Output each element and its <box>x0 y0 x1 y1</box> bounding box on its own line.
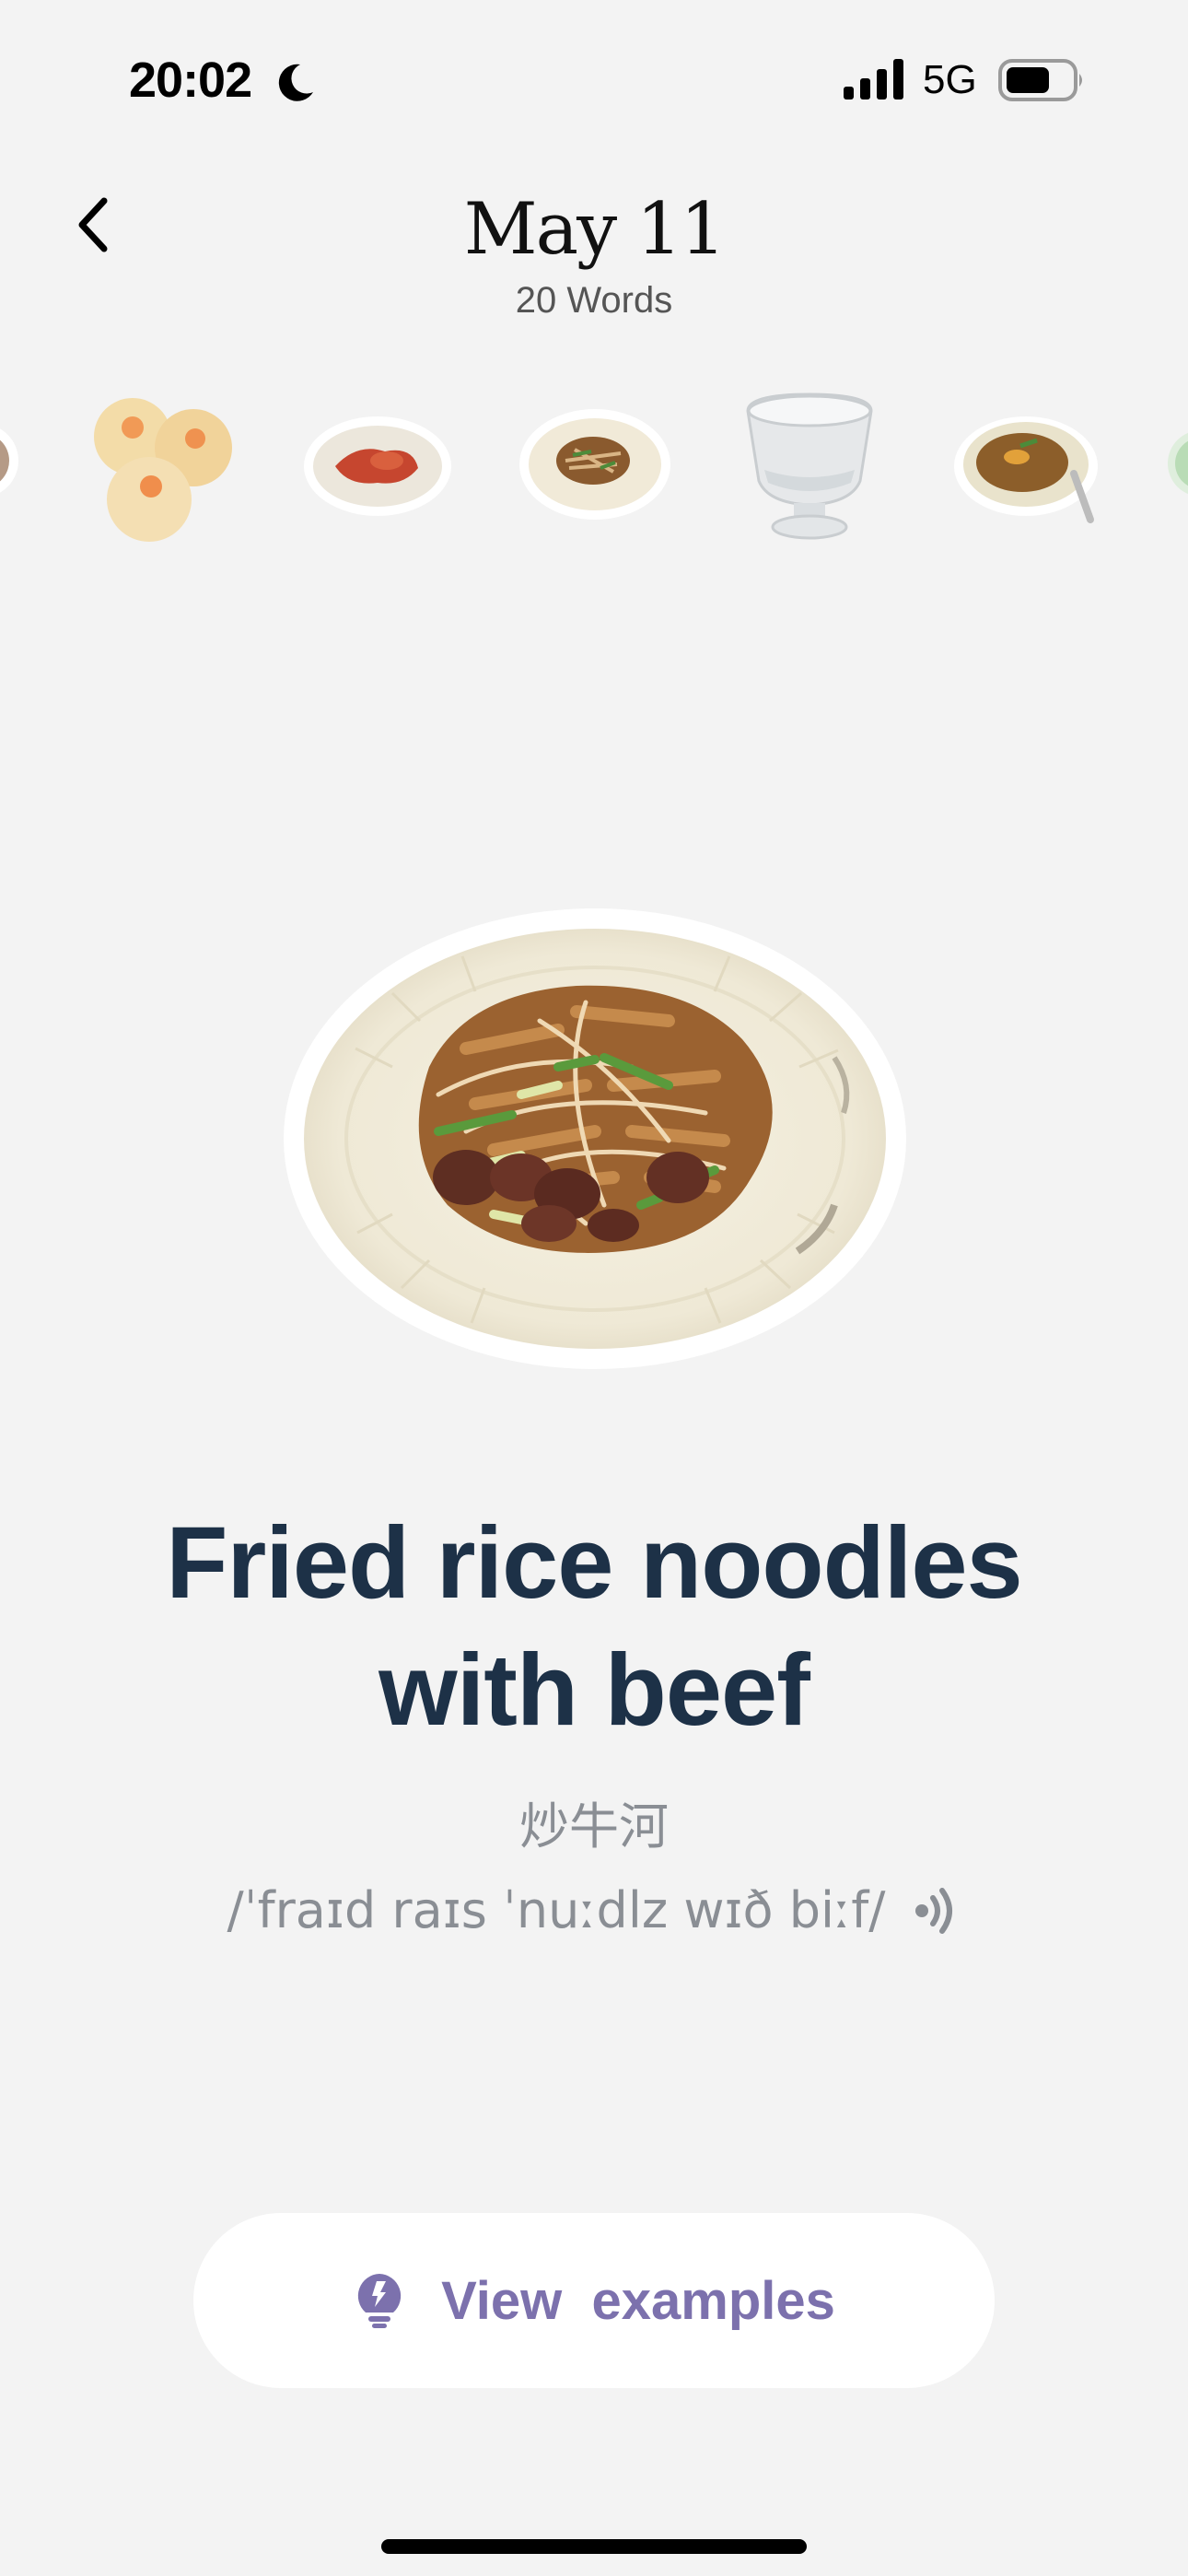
battery-icon <box>998 59 1082 101</box>
dish-name-line-1: Fried rice noodles <box>166 1506 1022 1620</box>
moon-icon <box>278 64 313 101</box>
dish-carousel[interactable] <box>0 369 1188 553</box>
page-title: May 11 <box>463 188 726 271</box>
status-time: 20:02 <box>129 53 252 108</box>
word-count: 20 Words <box>515 280 673 321</box>
dish-image <box>284 908 906 1369</box>
dish-thumbnail[interactable] <box>85 391 241 547</box>
pronunciation-text: /ˈfraɪd raɪs ˈnuːdlz wɪð biːf/ <box>227 1881 886 1939</box>
view-examples-label: View examples <box>441 2270 835 2331</box>
dish-thumbnail[interactable] <box>1164 422 1188 505</box>
dish-name-chinese: 炒牛河 <box>519 1799 669 1855</box>
lightbulb-icon <box>357 2274 402 2328</box>
network-label: 5G <box>923 57 977 102</box>
home-indicator[interactable] <box>381 2539 807 2554</box>
status-bar: 20:02 5G <box>0 0 1188 157</box>
dish-thumbnail[interactable] <box>742 392 877 542</box>
dish-thumbnail[interactable] <box>952 409 1105 527</box>
dish-thumbnail[interactable] <box>0 415 22 507</box>
pronunciation-row: /ˈfraɪd raɪs ˈnuːdlz wɪð biːf/ <box>0 1881 1188 1939</box>
speaker-icon[interactable] <box>909 1885 961 1937</box>
dish-name-line-2: with beef <box>379 1633 810 1747</box>
dish-thumbnail[interactable] <box>302 415 453 518</box>
dish-thumbnail-selected[interactable] <box>518 407 672 521</box>
dish-name-english: Fried rice noodles with beef <box>0 1500 1188 1754</box>
signal-bars-icon <box>844 59 903 100</box>
view-examples-button[interactable]: View examples <box>193 2213 995 2388</box>
